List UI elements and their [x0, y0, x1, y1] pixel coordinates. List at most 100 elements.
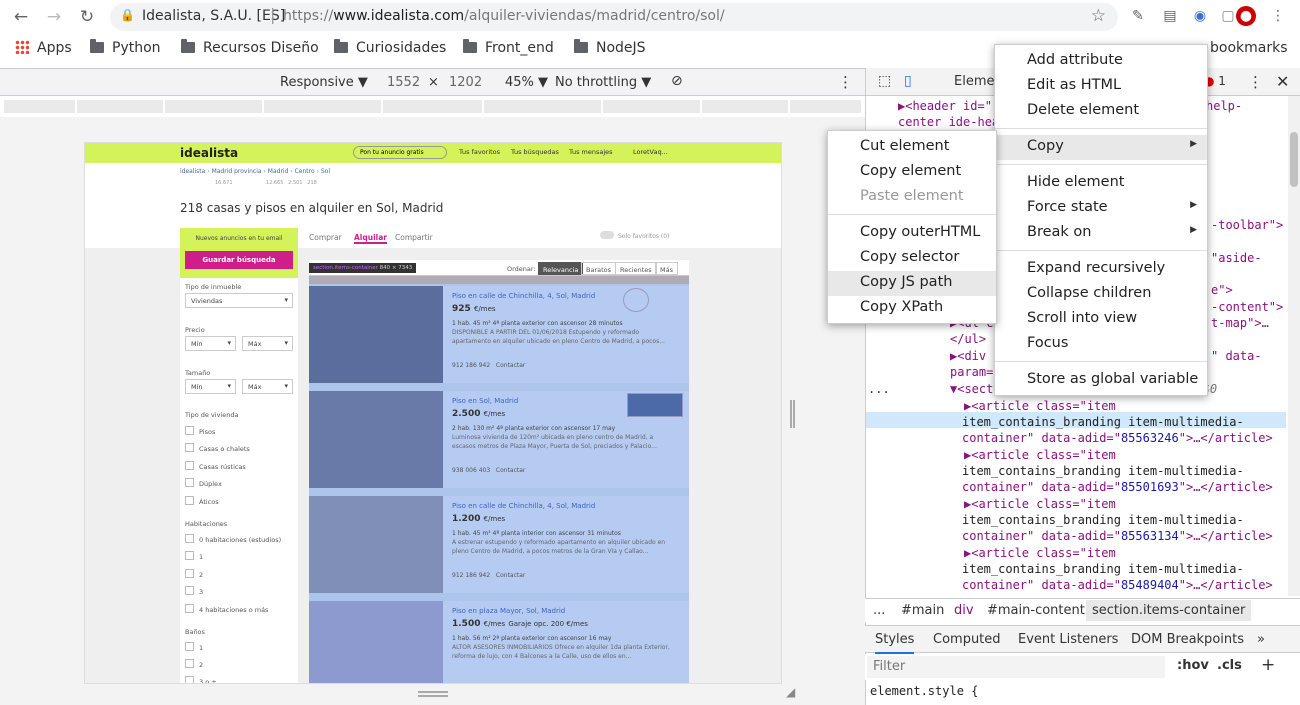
article-node[interactable]: ▶<article class="item	[964, 545, 1116, 561]
tab-computed[interactable]: Computed	[933, 632, 1001, 647]
menu-edit-as-html[interactable]: Edit as HTML	[995, 74, 1207, 99]
solo-favoritos-toggle[interactable]: Solo favoritos (0)	[600, 231, 669, 240]
save-search-button[interactable]: Guardar búsqueda	[185, 251, 293, 269]
checkbox-duplex[interactable]: Dúplex	[185, 478, 222, 488]
avatar[interactable]: ●	[1236, 6, 1256, 26]
listing-title[interactable]: Piso en plaza Mayor, Sol, Madrid	[452, 607, 565, 615]
agency-logo[interactable]	[627, 393, 683, 417]
listing-photo[interactable]	[309, 286, 443, 383]
checkbox-casas[interactable]: Casas o chalets	[185, 443, 250, 453]
dom-scrollbar-thumb[interactable]	[1290, 132, 1298, 187]
order-relevancia[interactable]: Relevancia	[538, 262, 584, 275]
checkbox-hab-0[interactable]: 0 habitaciones (estudios)	[185, 534, 281, 544]
hov-button[interactable]: :hov	[1177, 658, 1209, 673]
menu-store-global-variable[interactable]: Store as global variable	[995, 368, 1207, 393]
device-toggle-icon[interactable]: ▯	[904, 73, 912, 89]
listing-photo[interactable]	[309, 496, 443, 593]
zoom-select[interactable]: 45% ▼	[505, 75, 548, 90]
dom-line[interactable]: ▶<div	[950, 348, 986, 364]
bookmark-nodejs[interactable]: NodeJS	[574, 39, 646, 56]
dom-line[interactable]: ▶<header id="	[898, 98, 992, 114]
listing-card[interactable]: Piso en Sol, Madrid 2.500 €/mes 2 hab. 1…	[309, 391, 689, 488]
more-options-icon[interactable]: ⋮	[838, 73, 853, 91]
menu-scroll-into-view[interactable]: Scroll into view	[995, 307, 1207, 332]
menu-collapse-children[interactable]: Collapse children	[995, 282, 1207, 307]
listing-title[interactable]: Piso en Sol, Madrid	[452, 397, 518, 405]
element-style-rule[interactable]: element.style {	[870, 684, 978, 698]
crumb[interactable]: Madrid	[268, 168, 289, 175]
checkbox-banos-1[interactable]: 1	[185, 642, 203, 652]
menu-copy-xpath[interactable]: Copy XPath	[828, 296, 996, 321]
cls-button[interactable]: .cls	[1217, 658, 1242, 673]
menu-copy[interactable]: Copy ▶	[995, 135, 1207, 160]
checkbox-hab-4[interactable]: 4 habitaciones o más	[185, 604, 268, 614]
bookmark-star-icon[interactable]: ☆	[1091, 6, 1106, 26]
agency-logo[interactable]	[623, 288, 649, 312]
bookmark-python[interactable]: Python	[90, 39, 161, 56]
article-node[interactable]: ▶<article class="item	[964, 447, 1116, 463]
listing-photo[interactable]	[309, 601, 443, 683]
menu-delete-element[interactable]: Delete element	[995, 99, 1207, 124]
header-link-mensajes[interactable]: Tus mensajes	[569, 148, 613, 156]
throttle-select[interactable]: No throttling ▼	[555, 75, 651, 90]
bookmark-apps[interactable]: Apps	[15, 40, 72, 56]
checkbox-banos-2[interactable]: 2	[185, 659, 203, 669]
precio-max-select[interactable]: Máx	[242, 336, 293, 351]
crumb[interactable]: Sol	[321, 168, 330, 175]
checkbox-banos-3[interactable]: 3 o +	[185, 676, 217, 683]
device-width-input[interactable]: 1552	[387, 75, 420, 90]
eyedropper-icon[interactable]: ✎	[1128, 6, 1148, 26]
menu-copy-js-path[interactable]: Copy JS path	[828, 271, 996, 296]
tab-dom-breakpoints[interactable]: DOM Breakpoints	[1131, 632, 1244, 647]
menu-add-attribute[interactable]: Add attribute	[995, 49, 1207, 74]
listing-card[interactable]: Piso en calle de Chinchilla, 4, Sol, Mad…	[309, 496, 689, 593]
checkbox-hab-1[interactable]: 1	[185, 551, 203, 561]
crumb-section[interactable]: section.items-container	[1086, 600, 1252, 621]
crumb-main-content[interactable]: #main-content	[987, 603, 1085, 618]
resize-handle-right[interactable]	[790, 400, 795, 428]
ruler-segment[interactable]	[702, 100, 789, 113]
menu-focus[interactable]: Focus	[995, 332, 1207, 357]
device-height-input[interactable]: 1202	[449, 75, 482, 90]
header-link-busquedas[interactable]: Tus búsquedas	[511, 148, 559, 156]
bookmark-other[interactable]: bookmarks	[1210, 40, 1288, 56]
forward-icon[interactable]: →	[43, 6, 65, 28]
menu-force-state[interactable]: Force state ▶	[995, 196, 1207, 221]
listing-title[interactable]: Piso en calle de Chinchilla, 4, Sol, Mad…	[452, 502, 595, 510]
ruler-segment[interactable]	[484, 100, 602, 113]
article-node[interactable]: ▶<article class="item	[964, 496, 1116, 512]
order-recientes[interactable]: Recientes	[615, 262, 657, 275]
styles-filter-input[interactable]: Filter	[867, 656, 1165, 678]
checkbox-hab-2[interactable]: 2	[185, 569, 203, 579]
tab-event-listeners[interactable]: Event Listeners	[1018, 632, 1118, 647]
bookmark-recursos[interactable]: Recursos Diseño	[181, 39, 319, 56]
order-mas[interactable]: Más	[655, 262, 678, 275]
header-user[interactable]: LoretVaq...	[633, 148, 668, 156]
url-text[interactable]: https://www.idealista.com/alquiler-vivie…	[283, 8, 725, 24]
header-link-favoritos[interactable]: Tus favoritos	[459, 148, 500, 156]
close-icon[interactable]: ✕	[1276, 72, 1289, 91]
tamano-min-select[interactable]: Mín	[185, 379, 236, 394]
listing-card[interactable]: Piso en plaza Mayor, Sol, Madrid 1.500 €…	[309, 601, 689, 683]
crumb[interactable]: Madrid provincia	[212, 168, 262, 175]
bookmark-frontend[interactable]: Front_end	[463, 39, 554, 56]
checkbox-pisos[interactable]: Pisos	[185, 426, 215, 436]
dom-line[interactable]: </ul>	[950, 331, 986, 347]
ruler-segment[interactable]	[264, 100, 382, 113]
tamano-max-select[interactable]: Máx	[242, 379, 293, 394]
dom-line[interactable]: center ide-hea	[898, 114, 999, 130]
node-ellipsis[interactable]: ...	[868, 381, 890, 397]
tabs-overflow-icon[interactable]: »	[1257, 632, 1265, 647]
crumb-div[interactable]: div	[954, 603, 974, 618]
ruler-segment[interactable]	[790, 100, 862, 113]
device-mode-select[interactable]: Responsive ▼	[280, 75, 368, 90]
tab-styles[interactable]: Styles	[875, 632, 915, 654]
crumb[interactable]: idealista	[180, 168, 205, 175]
site-logo[interactable]: idealista	[180, 146, 238, 160]
ruler-segment[interactable]	[603, 100, 701, 113]
menu-expand-recursively[interactable]: Expand recursively	[995, 257, 1207, 282]
dom-line[interactable]: param=	[950, 364, 993, 380]
checkbox-hab-3[interactable]: 3	[185, 586, 203, 596]
tab-alquilar[interactable]: Alquilar	[354, 233, 387, 244]
inspect-icon[interactable]: ⬚	[878, 73, 891, 89]
